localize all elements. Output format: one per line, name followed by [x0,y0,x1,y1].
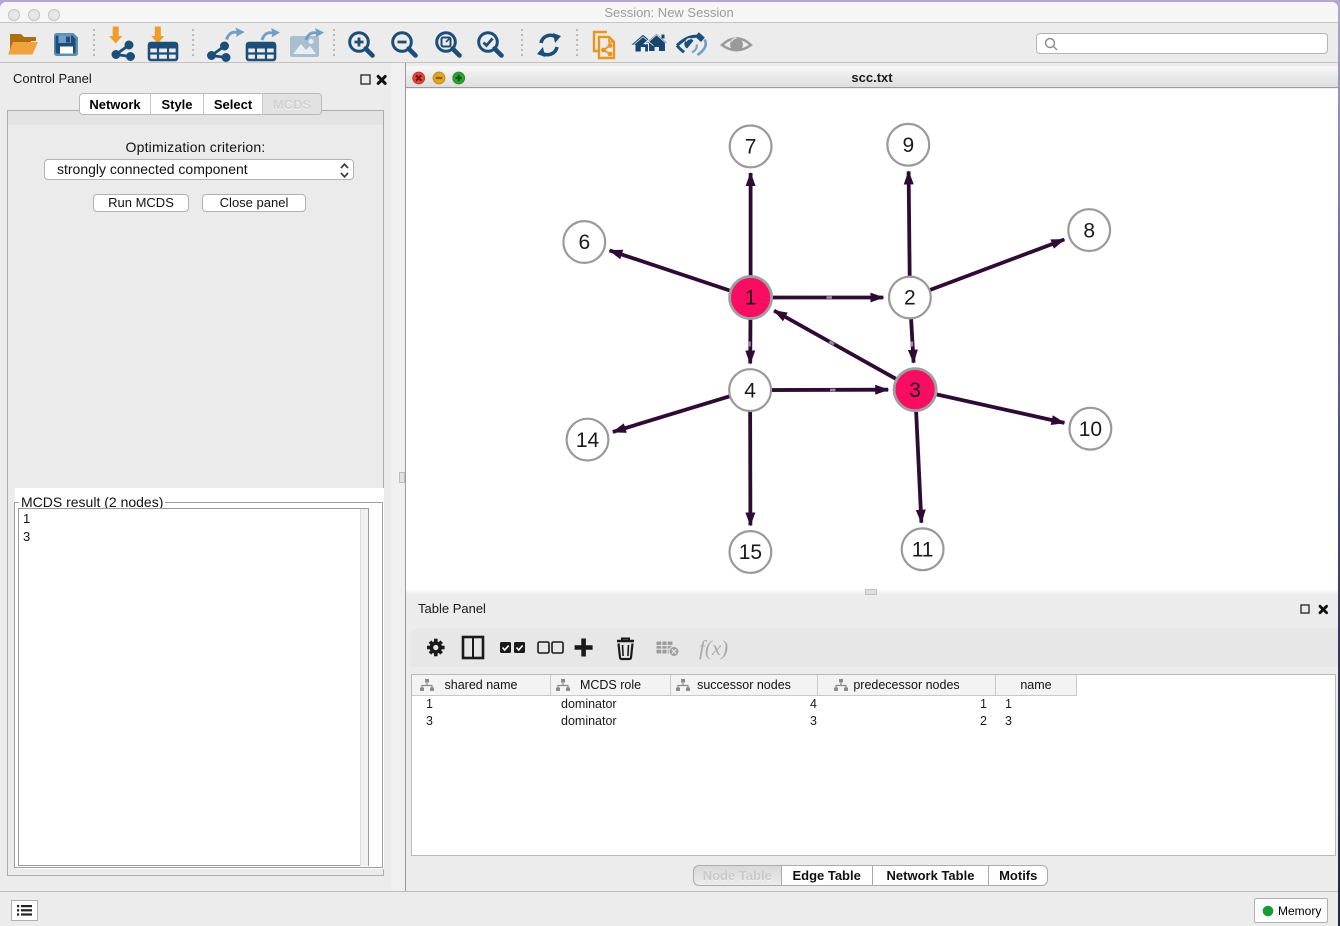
svg-text:15: 15 [739,541,762,564]
svg-text:1: 1 [745,287,757,310]
svg-text:f(x): f(x) [699,636,728,660]
svg-text:11: 11 [912,539,934,562]
svg-text:10: 10 [1079,418,1102,441]
svg-text:14: 14 [576,429,600,452]
svg-text:2: 2 [904,287,916,310]
svg-text:4: 4 [744,379,756,402]
svg-text:3: 3 [909,379,921,402]
svg-text:7: 7 [745,136,757,159]
svg-text:6: 6 [578,231,590,254]
svg-text:9: 9 [902,134,914,157]
svg-text:8: 8 [1083,219,1095,242]
